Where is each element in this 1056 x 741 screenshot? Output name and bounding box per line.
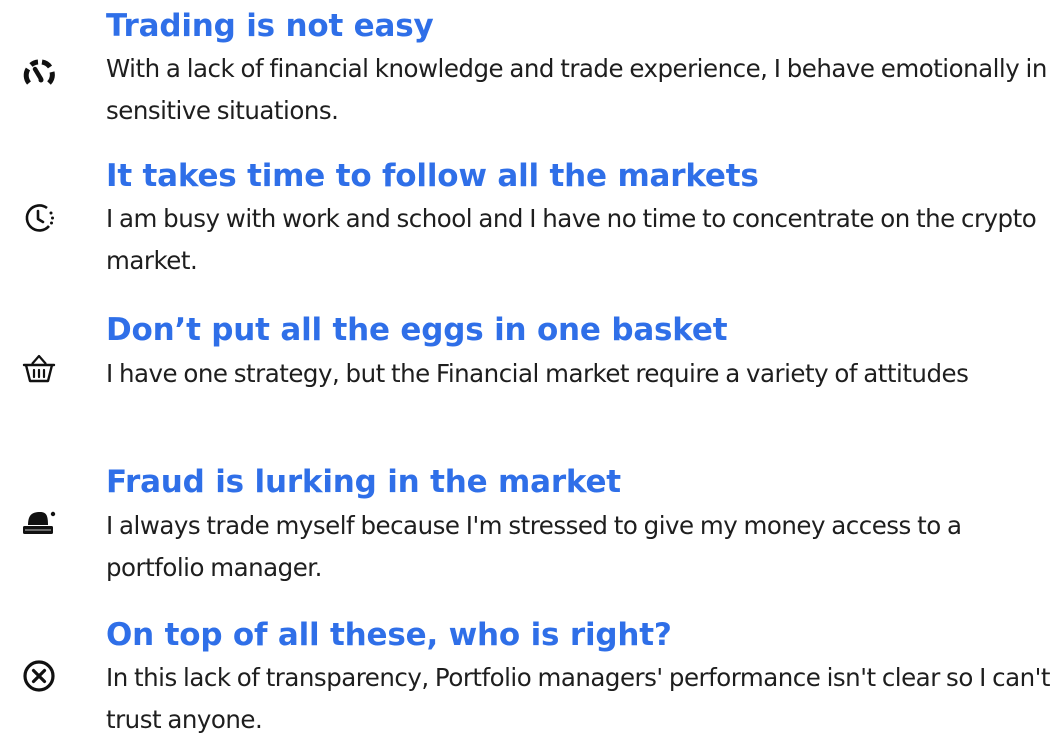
- item-description: I have one strategy, but the Financial m…: [106, 359, 969, 388]
- item-title: It takes time to follow all the markets: [106, 158, 759, 194]
- item-description: In this lack of transparency, Portfolio …: [106, 663, 1050, 734]
- close-circle-icon: [22, 659, 56, 693]
- basket-icon: [22, 352, 56, 386]
- broken-gauge-icon: [22, 57, 56, 91]
- item-title: On top of all these, who is right?: [106, 617, 672, 653]
- item-title: Trading is not easy: [106, 8, 434, 44]
- item-description: I am busy with work and school and I hav…: [106, 204, 1037, 275]
- item-description: I always trade myself because I'm stress…: [106, 511, 962, 582]
- spy-hat-icon: [22, 505, 56, 539]
- item-description: With a lack of financial knowledge and t…: [106, 54, 1047, 125]
- clock-icon: [22, 201, 56, 235]
- item-title: Fraud is lurking in the market: [106, 464, 621, 500]
- item-title: Don’t put all the eggs in one basket: [106, 312, 728, 348]
